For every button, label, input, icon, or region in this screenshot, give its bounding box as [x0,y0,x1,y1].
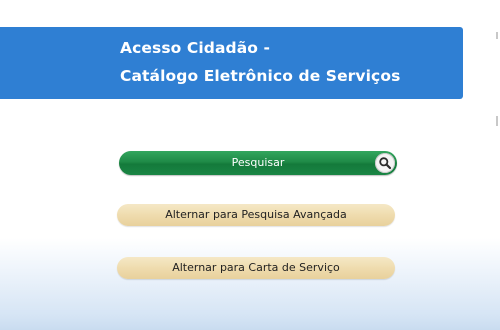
advanced-search-button[interactable]: Alternar para Pesquisa Avançada [117,204,395,226]
service-card-button[interactable]: Alternar para Carta de Serviço [117,257,395,279]
header-banner: Acesso Cidadão - Catálogo Eletrônico de … [0,27,463,99]
search-button[interactable]: Pesquisar [119,151,397,175]
edge-divider [496,116,498,126]
search-button-label: Pesquisar [231,156,285,169]
page-title-line-2: Catálogo Eletrônico de Serviços [120,67,401,85]
service-card-label: Alternar para Carta de Serviço [172,261,340,274]
search-icon[interactable] [375,153,395,173]
advanced-search-label: Alternar para Pesquisa Avançada [165,208,347,221]
edge-divider [496,32,498,39]
page-title-line-1: Acesso Cidadão - [120,39,271,57]
